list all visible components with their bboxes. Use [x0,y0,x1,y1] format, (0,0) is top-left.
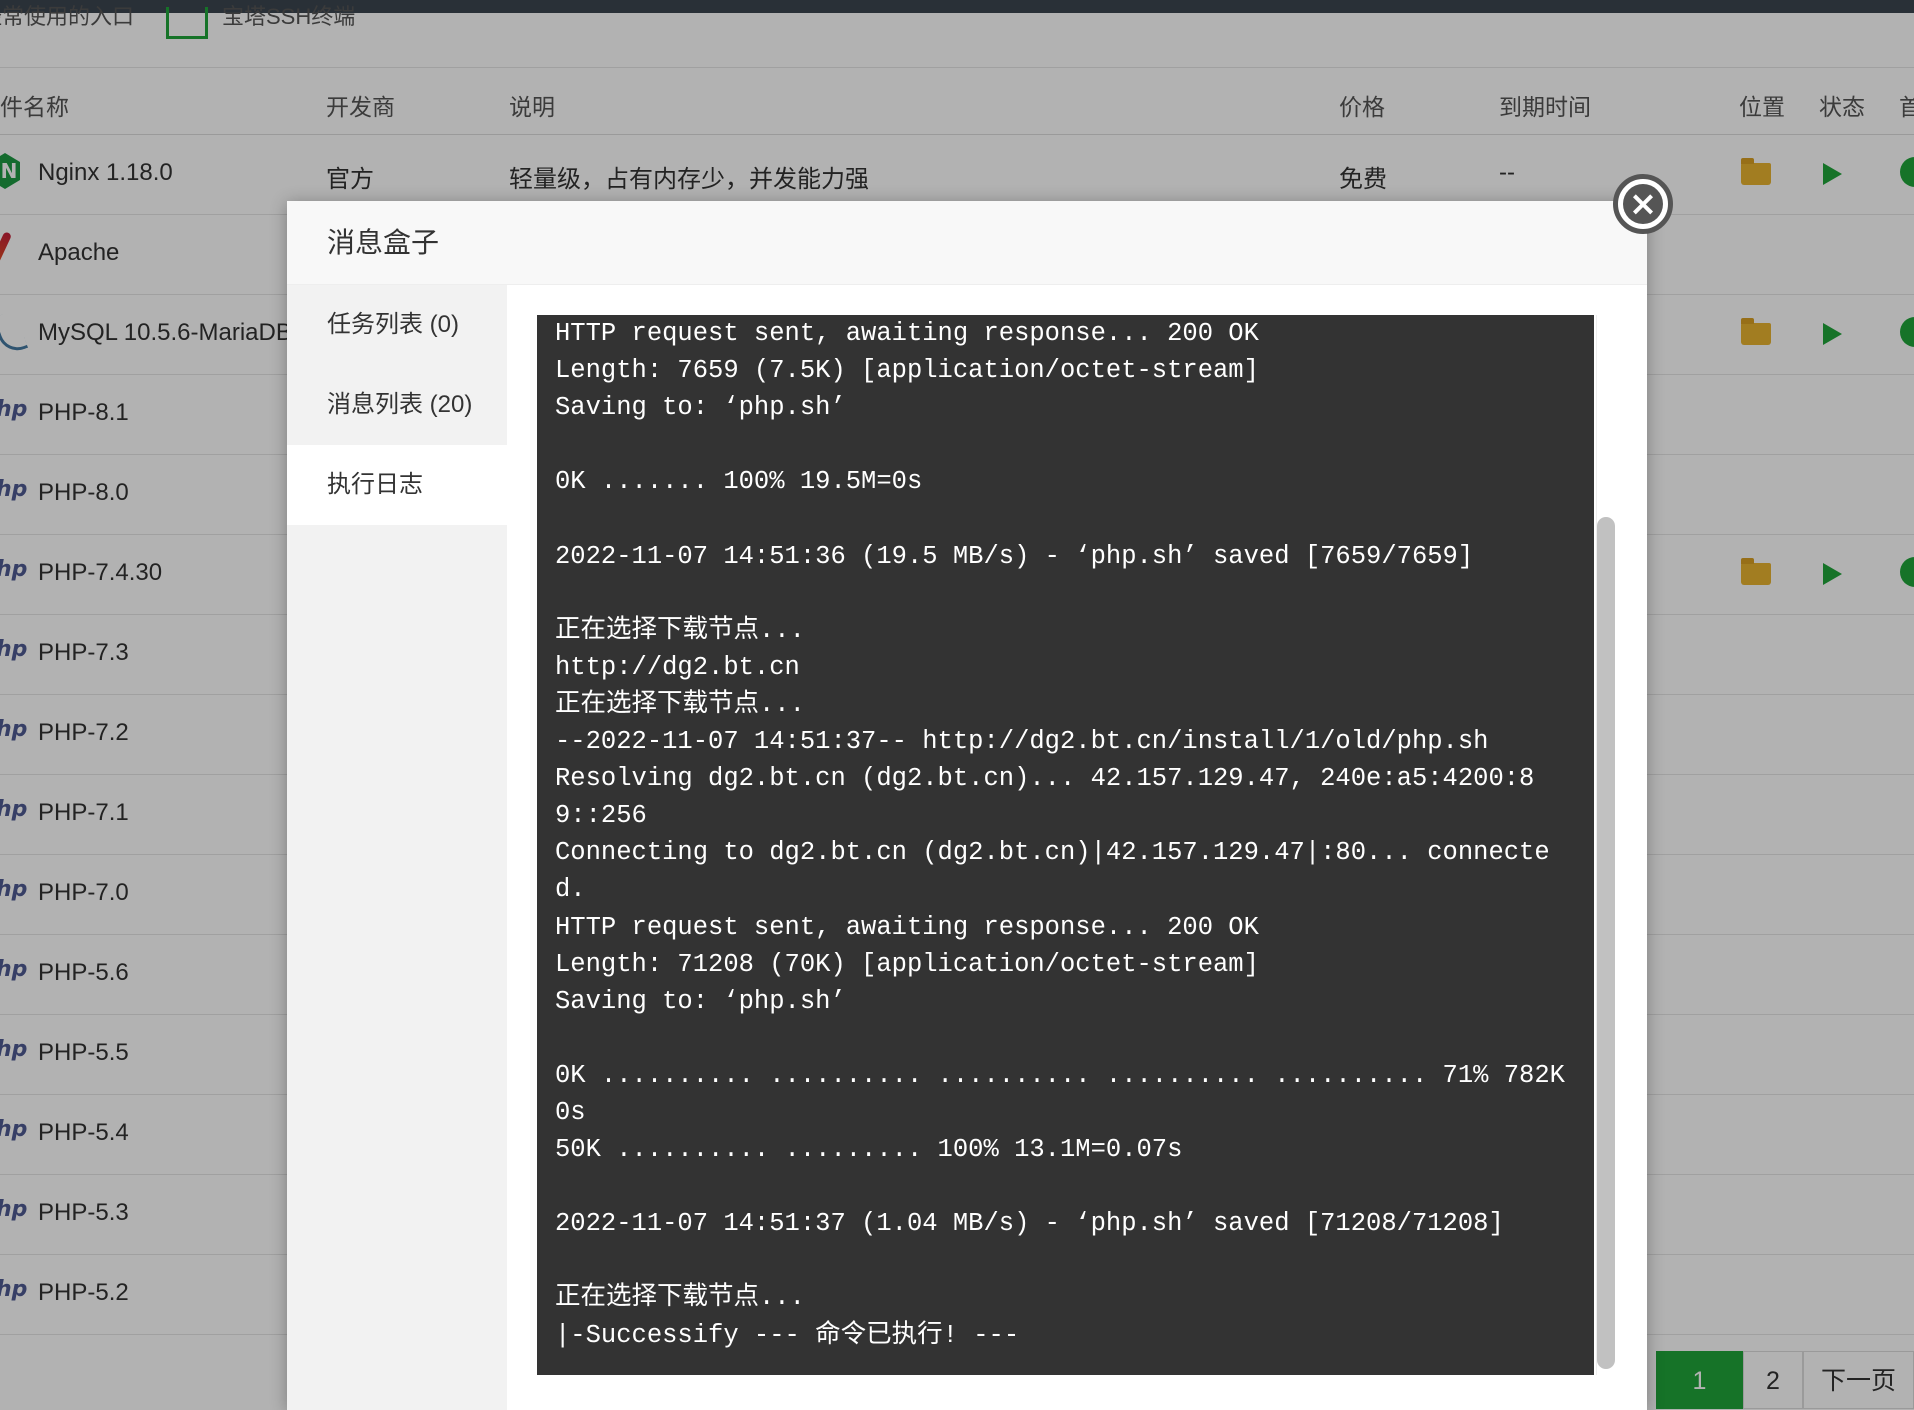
log-line: --2022-11-07 14:51:37-- http://dg2.bt.cn… [555,727,1489,757]
log-line: 2022-11-07 14:51:37 (1.04 MB/s) - ‘php.s… [555,1209,1504,1239]
log-line: 正在选择下载节点... [555,615,805,645]
execution-log-console[interactable]: HTTP request sent, awaiting response... … [537,315,1594,1375]
log-line: 50K .......... ......... 100% 13.1M=0.07… [555,1135,1183,1165]
log-line: HTTP request sent, awaiting response... … [555,912,1259,942]
tab-task-list[interactable]: 任务列表 (0) [287,285,507,365]
log-line: Length: 7659 (7.5K) [application/octet-s… [555,356,1259,386]
log-line: Saving to: ‘php.sh’ [555,393,846,423]
log-line: 0K .......... .......... .......... ....… [555,1060,1581,1127]
log-line: Connecting to dg2.bt.cn (dg2.bt.cn)|42.1… [555,838,1550,905]
dialog-close-button[interactable]: × [1613,174,1673,234]
dialog-title: 消息盒子 [287,201,1647,285]
close-icon: × [1628,184,1658,224]
log-scrollbar-thumb[interactable] [1597,517,1615,1369]
log-line: 正在选择下载节点... [555,1283,805,1313]
log-line: HTTP request sent, awaiting response... … [555,319,1259,348]
log-line: http://dg2.bt.cn [555,652,800,682]
log-line: Length: 71208 (70K) [application/octet-s… [555,949,1259,979]
log-line: Resolving dg2.bt.cn (dg2.bt.cn)... 42.15… [555,764,1535,831]
message-box-dialog: 消息盒子 任务列表 (0) 消息列表 (20) 执行日志 HTTP reques… [287,201,1647,1410]
log-line: 0K ....... 100% 19.5M=0s [555,467,923,497]
tab-message-list[interactable]: 消息列表 (20) [287,365,507,445]
tab-execution-log[interactable]: 执行日志 [287,445,507,525]
log-line: 2022-11-07 14:51:36 (19.5 MB/s) - ‘php.s… [555,541,1474,571]
log-line: |-Successify --- 命令已执行! --- [555,1320,1020,1350]
log-line: Saving to: ‘php.sh’ [555,986,846,1016]
dialog-sidebar: 任务列表 (0) 消息列表 (20) 执行日志 [287,285,507,1410]
log-line: 正在选择下载节点... [555,689,805,719]
